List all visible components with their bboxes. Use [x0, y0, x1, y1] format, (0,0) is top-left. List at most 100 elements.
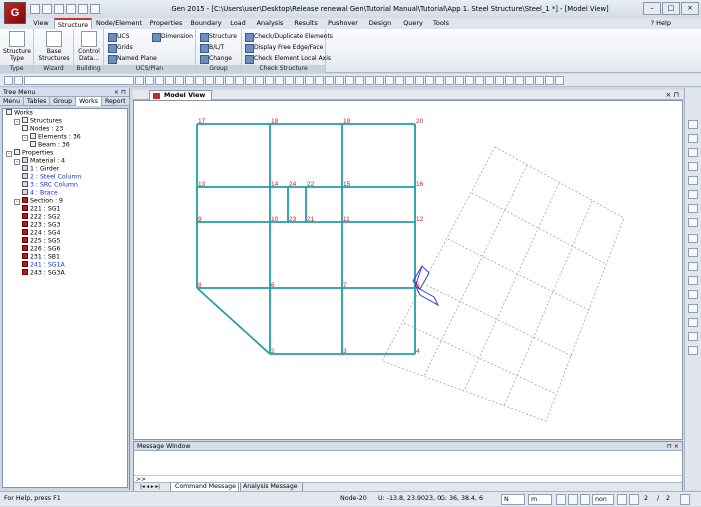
initial-view-icon[interactable] — [515, 75, 524, 85]
tab-node-element[interactable]: Node/Element — [94, 18, 144, 29]
select-plane-icon[interactable] — [175, 75, 184, 85]
undo-icon[interactable] — [78, 4, 88, 14]
node-snap-icon[interactable] — [580, 494, 590, 505]
left-view-icon[interactable] — [395, 75, 404, 85]
zoom-window-icon[interactable] — [535, 75, 544, 85]
copy-icon[interactable] — [688, 276, 698, 285]
rotate-icon[interactable] — [688, 190, 698, 199]
select-all-icon[interactable] — [195, 75, 204, 85]
rotate-icon[interactable] — [555, 75, 564, 85]
activate-icon[interactable] — [285, 75, 294, 85]
tab-pushover[interactable]: Pushover — [324, 18, 362, 29]
tab-tools[interactable]: Tools — [428, 18, 454, 29]
invert-active-icon[interactable] — [325, 75, 334, 85]
tree-item[interactable]: 243 : SG3A — [3, 269, 127, 277]
tree-item[interactable]: 231 : SB1 — [3, 253, 127, 261]
redo-icon[interactable] — [90, 4, 100, 14]
close-button[interactable]: × — [681, 2, 699, 15]
unselect-single-icon[interactable] — [235, 75, 244, 85]
shrink-icon[interactable] — [455, 75, 464, 85]
iso-view-icon[interactable] — [365, 75, 374, 85]
unselect-all-icon[interactable] — [205, 75, 214, 85]
minimize-button[interactable]: – — [643, 2, 661, 15]
select-identity-icon[interactable] — [225, 75, 234, 85]
info-icon[interactable] — [617, 494, 627, 505]
tree-item[interactable]: - Structures — [3, 117, 127, 125]
tree-item[interactable]: 2 : Steel Column — [3, 173, 127, 181]
tab-load[interactable]: Load — [226, 18, 250, 29]
query-node-icon[interactable] — [688, 234, 698, 243]
zoom-fit-icon[interactable] — [688, 148, 698, 157]
change-button[interactable]: Change — [200, 54, 232, 64]
unselect-window-icon[interactable] — [245, 75, 254, 85]
rear-view-icon[interactable] — [425, 75, 434, 85]
undo-view-icon[interactable] — [688, 204, 698, 213]
unselect-polygon-icon[interactable] — [255, 75, 264, 85]
tree-tab-menu[interactable]: Menu — [0, 97, 24, 106]
app-logo[interactable]: G — [4, 2, 26, 24]
tree-item[interactable]: 1 : Girder — [3, 165, 127, 173]
divide-icon[interactable] — [688, 318, 698, 327]
structure-model[interactable]: 17 18 19 2013 14 24 22 15 169 10 23 21 11 128 6 7 52 3 4 — [134, 101, 684, 441]
tree-item[interactable]: Beam : 36 — [3, 141, 127, 149]
redo-icon[interactable] — [14, 75, 23, 85]
named-plane-button[interactable]: Named Plane — [108, 54, 157, 64]
print-icon[interactable] — [66, 4, 76, 14]
unselect-intersect-icon[interactable] — [265, 75, 274, 85]
unselect-plane-icon[interactable] — [275, 75, 284, 85]
ucs-button[interactable]: UCS — [108, 32, 129, 42]
zoom-window-icon[interactable] — [688, 162, 698, 171]
control-data-button[interactable]: Control Data... — [75, 31, 103, 62]
redo-view-icon[interactable] — [688, 218, 698, 227]
message-window-close-icon[interactable]: ⊓ × — [667, 442, 679, 451]
tree-item[interactable]: 222 : SG2 — [3, 213, 127, 221]
tree-item[interactable]: - Material : 4 — [3, 157, 127, 165]
translate-icon[interactable] — [688, 290, 698, 299]
tree-menu-close-icon[interactable]: × ⊓ — [114, 88, 126, 97]
check-local-axis-button[interactable]: Check Element Local Axis — [245, 54, 331, 64]
prev-page-icon[interactable] — [629, 494, 639, 505]
selection-combo[interactable] — [24, 75, 134, 85]
bottom-view-icon[interactable] — [385, 75, 394, 85]
command-input[interactable]: >> — [134, 475, 682, 483]
snap-icon[interactable] — [556, 494, 566, 505]
delete-icon[interactable] — [688, 346, 698, 355]
model-view-canvas[interactable]: 17 18 19 20 13 14 24 22 15 16 9 10 23 21 11 12 8 6 7 5 2 3 4 — [133, 100, 683, 440]
mirror-icon[interactable] — [688, 304, 698, 313]
display-mode-select[interactable]: non — [592, 494, 614, 505]
select-single-icon[interactable] — [135, 75, 144, 85]
select-polygon-icon[interactable] — [155, 75, 164, 85]
tab-view[interactable]: View — [28, 18, 54, 29]
tab-design[interactable]: Design — [364, 18, 396, 29]
display-option-icon[interactable] — [355, 75, 364, 85]
view-close-icon[interactable]: × ⊓ — [665, 90, 679, 100]
tree-item[interactable]: 226 : SG6 — [3, 245, 127, 253]
hidden-line-icon[interactable] — [688, 262, 698, 271]
beam-element[interactable] — [196, 287, 271, 355]
display-free-edge-button[interactable]: Display Free Edge/Face — [245, 43, 323, 53]
select-intersect-icon[interactable] — [165, 75, 174, 85]
tree-item[interactable]: 224 : SG4 — [3, 229, 127, 237]
dimension-button[interactable]: Dimension — [152, 32, 193, 42]
unit-length-select[interactable]: m — [528, 494, 552, 505]
tree-tab-report[interactable]: Report — [102, 97, 130, 106]
tab-boundary[interactable]: Boundary — [188, 18, 224, 29]
unit-force-select[interactable]: N — [501, 494, 525, 505]
tab-properties[interactable]: Properties — [146, 18, 186, 29]
tree-item[interactable]: - Section : 9 — [3, 197, 127, 205]
tree-item[interactable]: 225 : SG5 — [3, 237, 127, 245]
open-file-icon[interactable] — [42, 4, 52, 14]
tab-model-view[interactable]: Model View — [149, 90, 213, 100]
tree-item[interactable]: 221 : SG1 — [3, 205, 127, 213]
tree-item[interactable]: Nodes : 23 — [3, 125, 127, 133]
undo-icon[interactable] — [4, 75, 13, 85]
hidden-icon[interactable] — [445, 75, 454, 85]
tree-item[interactable]: 3 : SRC Column — [3, 181, 127, 189]
maximize-button[interactable]: □ — [662, 2, 680, 15]
structure-group-button[interactable]: Structure — [200, 32, 237, 42]
help-button[interactable]: ? Help — [651, 18, 671, 29]
tree-item[interactable]: 241 : SG1A — [3, 261, 127, 269]
tab-results[interactable]: Results — [290, 18, 322, 29]
tab-analysis[interactable]: Analysis — [252, 18, 288, 29]
perspective-icon[interactable] — [435, 75, 444, 85]
